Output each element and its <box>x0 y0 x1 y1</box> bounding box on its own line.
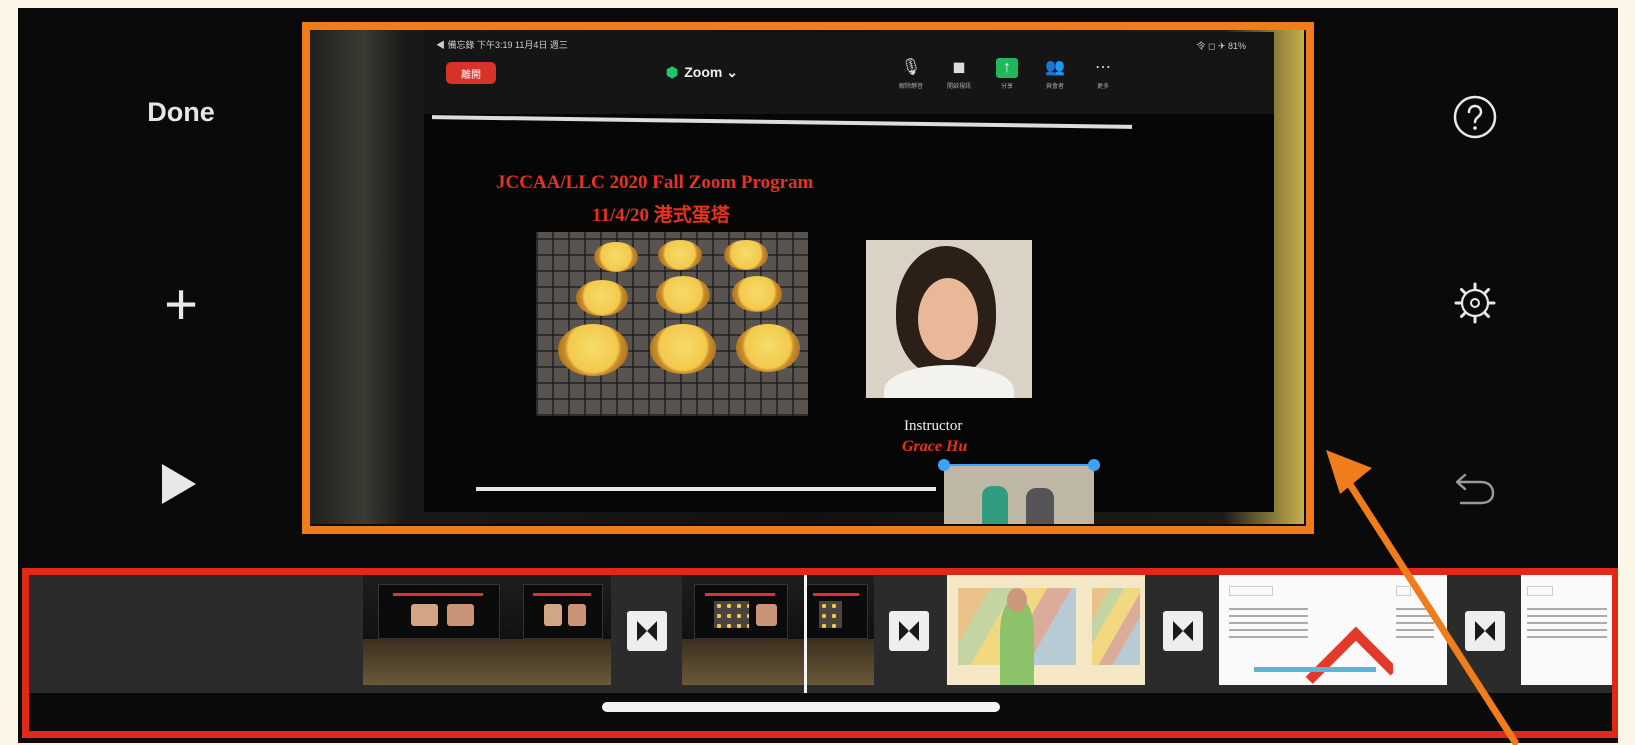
mic-off-icon: 🎙 <box>900 59 922 76</box>
instructor-portrait <box>866 240 1032 398</box>
zoom-battery-status: 令 ◻ ✈ 81% <box>1196 41 1246 51</box>
timeline-clip[interactable] <box>682 575 874 685</box>
zoom-status-bar: ◀ 備忘錄 下午3:19 11月4日 週三 <box>436 40 568 50</box>
zoom-participants: 👥 與會者 <box>1038 58 1072 90</box>
zoom-more-label: 更多 <box>1096 84 1109 90</box>
clip-thumbnail <box>798 575 874 685</box>
egg-tart <box>576 280 628 316</box>
zoom-share-label: 分享 <box>1000 84 1013 90</box>
transition-button[interactable] <box>889 611 929 651</box>
clip-thumbnail <box>682 575 798 685</box>
egg-tart <box>658 240 702 270</box>
slide-progress-line <box>476 487 936 491</box>
video-off-icon: ◼ <box>952 59 966 76</box>
undo-icon <box>1455 473 1495 505</box>
transition-button[interactable] <box>1163 611 1203 651</box>
transition-bowtie-icon <box>1475 621 1495 641</box>
transition-bowtie-icon <box>637 621 657 641</box>
timeline-clip[interactable] <box>1521 575 1612 685</box>
clip-thumbnail <box>1219 575 1393 685</box>
question-icon <box>1453 95 1497 139</box>
zoom-controls: 🎙 解除靜音 ◼ 開啟視訊 ↑ 分享 👥 與會者 ⋯ 更多 <box>894 58 1120 90</box>
zoom-share-banner <box>432 115 1132 129</box>
egg-tart <box>736 324 800 372</box>
slide-title: JCCAA/LLC 2020 Fall Zoom Program <box>496 172 814 193</box>
timeline-audio-area <box>29 693 1612 731</box>
picture-in-picture-overlay[interactable] <box>938 459 1100 524</box>
pip-resize-handle-left[interactable] <box>938 459 950 471</box>
instructor-name: Grace Hu <box>902 438 968 455</box>
gear-icon <box>1454 282 1496 324</box>
zoom-unmute: 🎙 解除靜音 <box>894 58 928 90</box>
clip-thumbnail <box>1521 575 1612 685</box>
transition-bowtie-icon <box>899 621 919 641</box>
transition-bowtie-icon <box>1173 621 1193 641</box>
egg-tart <box>732 276 782 312</box>
zoom-start-video-label: 開啟視訊 <box>946 84 971 90</box>
egg-tarts-photo <box>536 232 808 416</box>
pip-resize-handle-right[interactable] <box>1088 459 1100 471</box>
zoom-meeting-title: ⬢ Zoom ⌄ <box>666 64 738 81</box>
zoom-participants-label: 與會者 <box>1045 84 1064 90</box>
clip-thumbnail <box>513 575 611 685</box>
undo-button[interactable] <box>1450 462 1500 512</box>
egg-tart <box>650 324 716 374</box>
egg-tart <box>656 276 710 314</box>
project-timeline[interactable] <box>22 568 1618 738</box>
egg-tart <box>594 242 638 272</box>
imovie-editor: Done + ◀ 備忘錄 下午3:19 11月4日 週三 令 ◻ ✈ 81% 離… <box>18 8 1618 743</box>
tv-screen: ◀ 備忘錄 下午3:19 11月4日 週三 令 ◻ ✈ 81% 離開 ⬢ Zoom… <box>424 32 1274 524</box>
zoom-leave-button: 離開 <box>446 62 496 84</box>
slide-subtitle: 11/4/20 港式蛋塔 <box>592 205 730 226</box>
add-media-button[interactable]: + <box>146 270 216 340</box>
playhead[interactable] <box>804 575 807 697</box>
home-indicator[interactable] <box>602 702 1000 712</box>
zoom-share: ↑ 分享 <box>990 58 1024 90</box>
clip-thumbnail <box>363 575 513 685</box>
zoom-meeting-label: Zoom ⌄ <box>684 64 738 80</box>
play-icon <box>162 464 196 504</box>
instructor-label: Instructor <box>904 418 963 434</box>
transition-button[interactable] <box>627 611 667 651</box>
video-preview: ◀ 備忘錄 下午3:19 11月4日 週三 令 ◻ ✈ 81% 離開 ⬢ Zoom… <box>304 24 1304 524</box>
shield-icon: ⬢ <box>666 64 679 80</box>
more-icon: ⋯ <box>1095 59 1111 76</box>
transition-button[interactable] <box>1465 611 1505 651</box>
zoom-more: ⋯ 更多 <box>1086 58 1120 90</box>
timeline-clip[interactable] <box>947 575 1145 685</box>
timeline-clip[interactable] <box>363 575 611 685</box>
zoom-start-video: ◼ 開啟視訊 <box>942 58 976 90</box>
clip-thumbnail <box>947 575 1087 685</box>
zoom-toolbar: ◀ 備忘錄 下午3:19 11月4日 週三 令 ◻ ✈ 81% 離開 ⬢ Zoom… <box>424 32 1274 114</box>
egg-tart <box>724 240 768 270</box>
play-button[interactable] <box>148 454 208 514</box>
clip-thumbnail <box>1393 575 1447 685</box>
done-button[interactable]: Done <box>126 92 236 132</box>
timeline-strip <box>29 575 1612 697</box>
clip-thumbnail <box>1087 575 1145 685</box>
project-settings-button[interactable] <box>1450 278 1500 328</box>
timeline-clip[interactable] <box>1219 575 1447 685</box>
egg-tart <box>558 324 628 376</box>
share-icon: ↑ <box>996 58 1018 78</box>
participants-icon: 👥 <box>1045 59 1065 76</box>
zoom-unmute-label: 解除靜音 <box>898 84 923 90</box>
help-button[interactable] <box>1450 92 1500 142</box>
